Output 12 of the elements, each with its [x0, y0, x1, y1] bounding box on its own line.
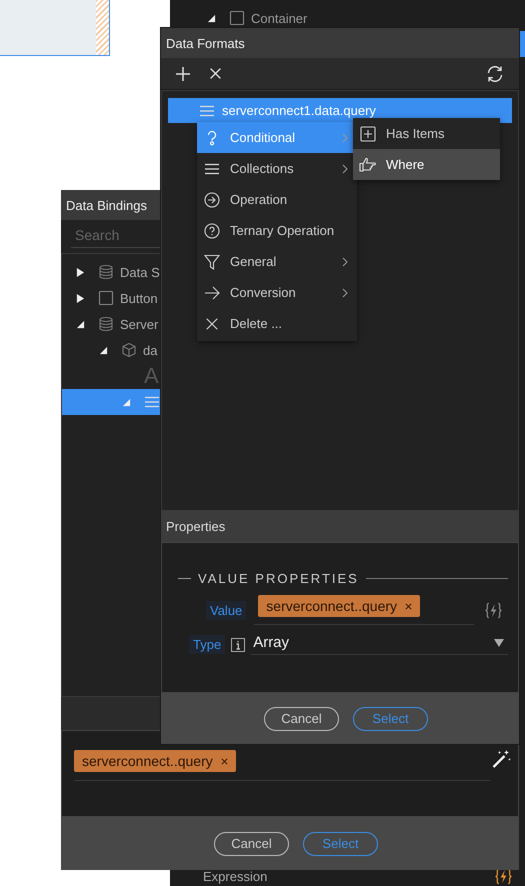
field-label: Type — [189, 635, 226, 654]
tree-item-label: Data S — [120, 264, 160, 280]
tree-item-label: Button — [120, 290, 158, 306]
section-header: Properties — [161, 511, 519, 542]
window-title: Data Formats — [161, 28, 519, 58]
tree-item-label: Container — [251, 10, 308, 26]
tree-item-label: da — [143, 342, 158, 358]
field-label: Value — [206, 600, 246, 620]
tree-item-label: Server — [120, 316, 158, 332]
section-heading: VALUE PROPERTIES — [198, 571, 359, 586]
tree-item-label: serverconnect1.data.query — [222, 103, 376, 118]
expression-label: Expression — [203, 868, 268, 884]
